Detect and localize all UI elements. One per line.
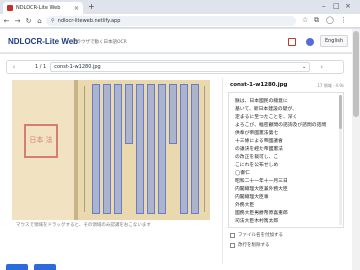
main-area: ‹ 1 / 1 const-1-w1280.jpg ⌄ › 日本 法 マウスで領… (0, 54, 352, 270)
app-title: NDLOCR-Lite Web (8, 37, 79, 46)
file-select-value: const-1-w1280.jpg (54, 64, 101, 70)
ocr-line: 昭和二十一年十一月三日 (235, 179, 288, 184)
option-remove-newlines[interactable]: 改行を削除する (230, 242, 270, 248)
tab-title: NDLOCR-Lite Web (16, 5, 61, 11)
ocr-line: こにれを公布せしめ (235, 163, 279, 168)
url-field[interactable]: ⚲ ndlocr-liteweb.netlify.app (46, 16, 296, 26)
ocr-region[interactable] (169, 84, 177, 144)
address-bar-row: ← → ↻ ⌂ ⚲ ndlocr-liteweb.netlify.app ☆ ⧉… (0, 14, 360, 28)
bookmark-star-icon[interactable]: ☆ (302, 16, 308, 24)
seal-text: 日本 法 (29, 136, 53, 145)
prev-page-icon[interactable]: ‹ (7, 63, 21, 71)
minimize-icon[interactable]: – (322, 2, 326, 10)
app-subtitle: ブラウザで動く日本語OCR (72, 40, 127, 45)
url-text: ndlocr-liteweb.netlify.app (57, 18, 121, 24)
app-header: NDLOCR-Lite Web ブラウザで動く日本語OCR English (0, 29, 352, 53)
page-count: 1 / 1 (35, 64, 47, 70)
result-meta: 17 領域 · 4.9s (317, 83, 344, 88)
next-page-icon[interactable]: › (320, 63, 323, 71)
browser-tab-bar: NDLOCR-Lite Web × + – □ × (0, 0, 360, 14)
text-scrollbar-thumb[interactable] (339, 95, 342, 129)
page-scrollbar-thumb[interactable] (353, 31, 359, 117)
forward-icon[interactable]: → (13, 17, 22, 25)
result-panel: const-1-w1280.jpg 17 領域 · 4.9s 朕は、日本國民の總… (226, 78, 346, 264)
option-label: ファイル名を付加する (238, 233, 283, 238)
ocr-line: 十三條による帝國議會 (235, 139, 283, 144)
panel-divider (222, 78, 223, 264)
ocr-line: 供奉び帝國憲法第七 (235, 131, 279, 136)
ocr-line: 基いて、新日本建設の礎が、 (235, 107, 297, 112)
ocr-line: ◯御仁 (235, 171, 250, 176)
text-column (204, 86, 205, 212)
add-filename-checkbox[interactable] (230, 232, 235, 238)
ocr-text-output[interactable]: 朕は、日本國民の總意に 基いて、新日本建設の礎が、 定まるに至つたことを、深く … (228, 92, 344, 228)
page-navigator: ‹ 1 / 1 const-1-w1280.jpg ⌄ › (6, 60, 344, 74)
text-scrollbar[interactable] (339, 95, 342, 225)
image-caption: マウスで領域をドラッグすると、その領域のみ認識をおこないます (16, 223, 151, 228)
ocr-region[interactable] (114, 84, 122, 214)
ocr-line: 定まるに至つたことを、深く (235, 115, 298, 120)
option-add-filename[interactable]: ファイル名を付加する (230, 232, 283, 238)
action-buttons (6, 264, 86, 270)
profile-icon[interactable]: ◯ (326, 16, 334, 24)
document-icon[interactable] (288, 38, 296, 46)
page-scrollbar[interactable] (352, 29, 360, 270)
window-close-icon[interactable]: × (345, 2, 351, 10)
reload-icon[interactable]: ↻ (24, 17, 33, 25)
ocr-region[interactable] (92, 84, 100, 214)
ocr-line: 内閣總理大臣兼外務大臣 (235, 187, 288, 192)
new-tab-icon[interactable]: + (88, 2, 95, 11)
seal-stamp: 日本 法 (24, 124, 58, 158)
text-columns (78, 80, 210, 220)
site-info-icon[interactable]: ⚲ (51, 18, 55, 24)
ocr-line: 内閣總理大臣事 (235, 195, 269, 200)
ocr-region[interactable] (125, 84, 133, 144)
remove-newlines-checkbox[interactable] (230, 242, 235, 248)
maximize-icon[interactable]: □ (333, 2, 340, 10)
extensions-icon[interactable]: ⧉ (314, 16, 319, 25)
back-icon[interactable]: ← (2, 17, 11, 25)
tab-close-icon[interactable]: × (74, 5, 79, 12)
ocr-region[interactable] (191, 84, 199, 214)
image-panel: 日本 法 マウスで領域をドラッグすると、その領域のみ認識をおこないます (6, 78, 222, 264)
ocr-line: 朕は、日本國民の總意に (235, 99, 288, 104)
action-button[interactable] (34, 264, 56, 270)
ocr-region[interactable] (147, 84, 155, 214)
language-button[interactable]: English (320, 35, 348, 47)
ocr-line: 司法大臣木村篤太郎 (235, 219, 279, 224)
text-column (84, 86, 85, 212)
ocr-line: よろこび、樞密顧問の諮詢及び諮問の諮問 (235, 123, 327, 128)
ocr-region[interactable] (136, 84, 144, 214)
ocr-region[interactable] (103, 84, 111, 214)
ocr-region[interactable] (158, 84, 166, 214)
theme-toggle-icon[interactable] (306, 38, 314, 46)
result-file-name: const-1-w1280.jpg (230, 82, 288, 88)
action-button[interactable] (6, 264, 28, 270)
ocr-region[interactable] (180, 84, 188, 214)
ocr-line: の改正を裁可し、こ (235, 155, 279, 160)
browser-menu-icon[interactable]: ⋮ (340, 16, 347, 24)
scanned-document-image[interactable]: 日本 法 (12, 80, 210, 220)
ocr-line: の議決を經た帝國憲法 (235, 147, 283, 152)
option-label: 改行を削除する (238, 243, 270, 248)
browser-tab[interactable]: NDLOCR-Lite Web × (3, 2, 83, 14)
app-favicon-icon (7, 5, 13, 11)
ocr-line: 外務大臣 (235, 203, 255, 208)
home-icon[interactable]: ⌂ (35, 17, 44, 25)
chevron-down-icon: ⌄ (302, 64, 307, 70)
file-select[interactable]: const-1-w1280.jpg ⌄ (50, 62, 311, 72)
ocr-line: 國務大臣男爵幣原喜重郎 (235, 211, 288, 216)
